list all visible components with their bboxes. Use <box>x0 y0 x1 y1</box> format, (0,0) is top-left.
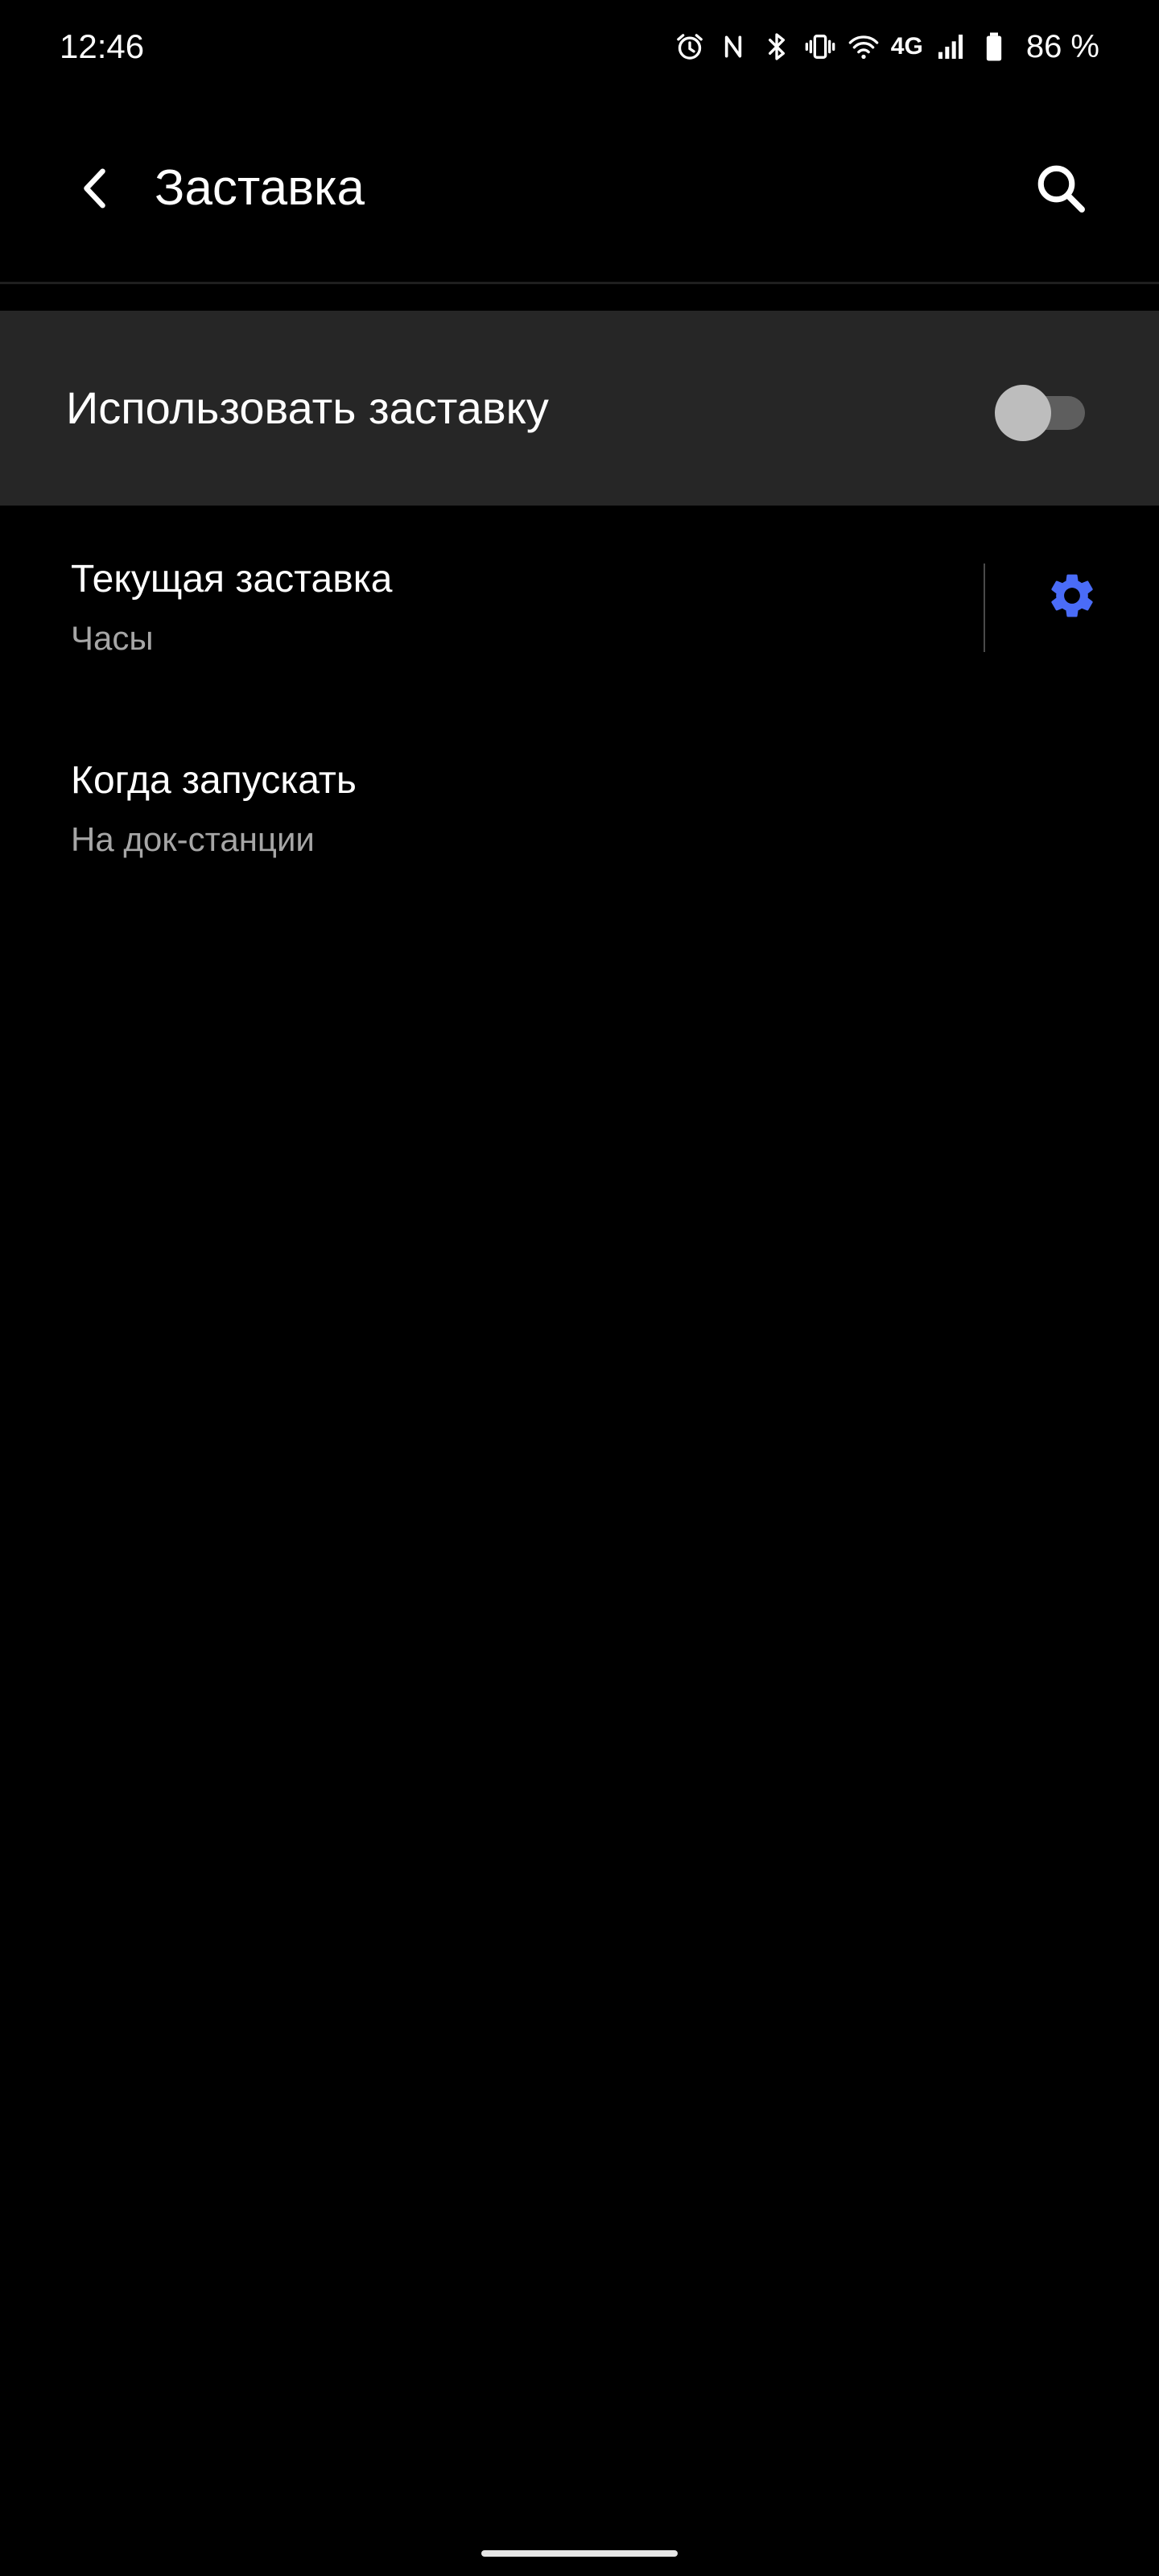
current-screensaver-summary: Часы <box>71 619 154 657</box>
search-button[interactable] <box>1027 155 1095 222</box>
master-switch-row[interactable]: Использовать заставку <box>0 311 1159 506</box>
toggle-thumb <box>995 385 1051 441</box>
signal-icon <box>934 31 967 63</box>
page-title: Заставка <box>155 160 365 216</box>
nfc-icon <box>717 31 749 63</box>
row-vertical-divider <box>984 564 985 652</box>
screensaver-toggle[interactable] <box>995 385 1088 441</box>
gear-icon <box>1051 574 1093 617</box>
search-icon <box>1037 165 1085 213</box>
vibrate-icon <box>804 31 836 63</box>
bluetooth-icon <box>761 31 793 63</box>
screensaver-settings-button[interactable] <box>1038 562 1106 630</box>
current-screensaver-row[interactable]: Текущая заставка Часы <box>0 506 1159 707</box>
battery-percent: 86 % <box>1025 29 1099 64</box>
wifi-icon <box>848 31 880 63</box>
when-to-start-title: Когда запускать <box>71 759 357 802</box>
when-to-start-summary: На док-станции <box>71 820 315 858</box>
network-type-label: 4G <box>890 33 923 60</box>
status-icons: 4G 86 % <box>674 24 1099 69</box>
when-to-start-row[interactable]: Когда запускать На док-станции <box>0 707 1159 908</box>
current-screensaver-title: Текущая заставка <box>71 558 393 601</box>
gesture-navigation-handle[interactable] <box>481 2550 678 2557</box>
app-bar: Заставка <box>0 93 1159 282</box>
master-switch-label: Использовать заставку <box>66 382 549 433</box>
back-arrow-icon <box>84 168 105 208</box>
alarm-icon <box>674 31 706 63</box>
status-time: 12:46 <box>60 27 145 65</box>
status-bar: 12:46 4G 86 % <box>0 0 1159 93</box>
back-button[interactable] <box>64 156 129 221</box>
app-bar-divider <box>0 282 1159 284</box>
battery-icon <box>978 31 1010 63</box>
